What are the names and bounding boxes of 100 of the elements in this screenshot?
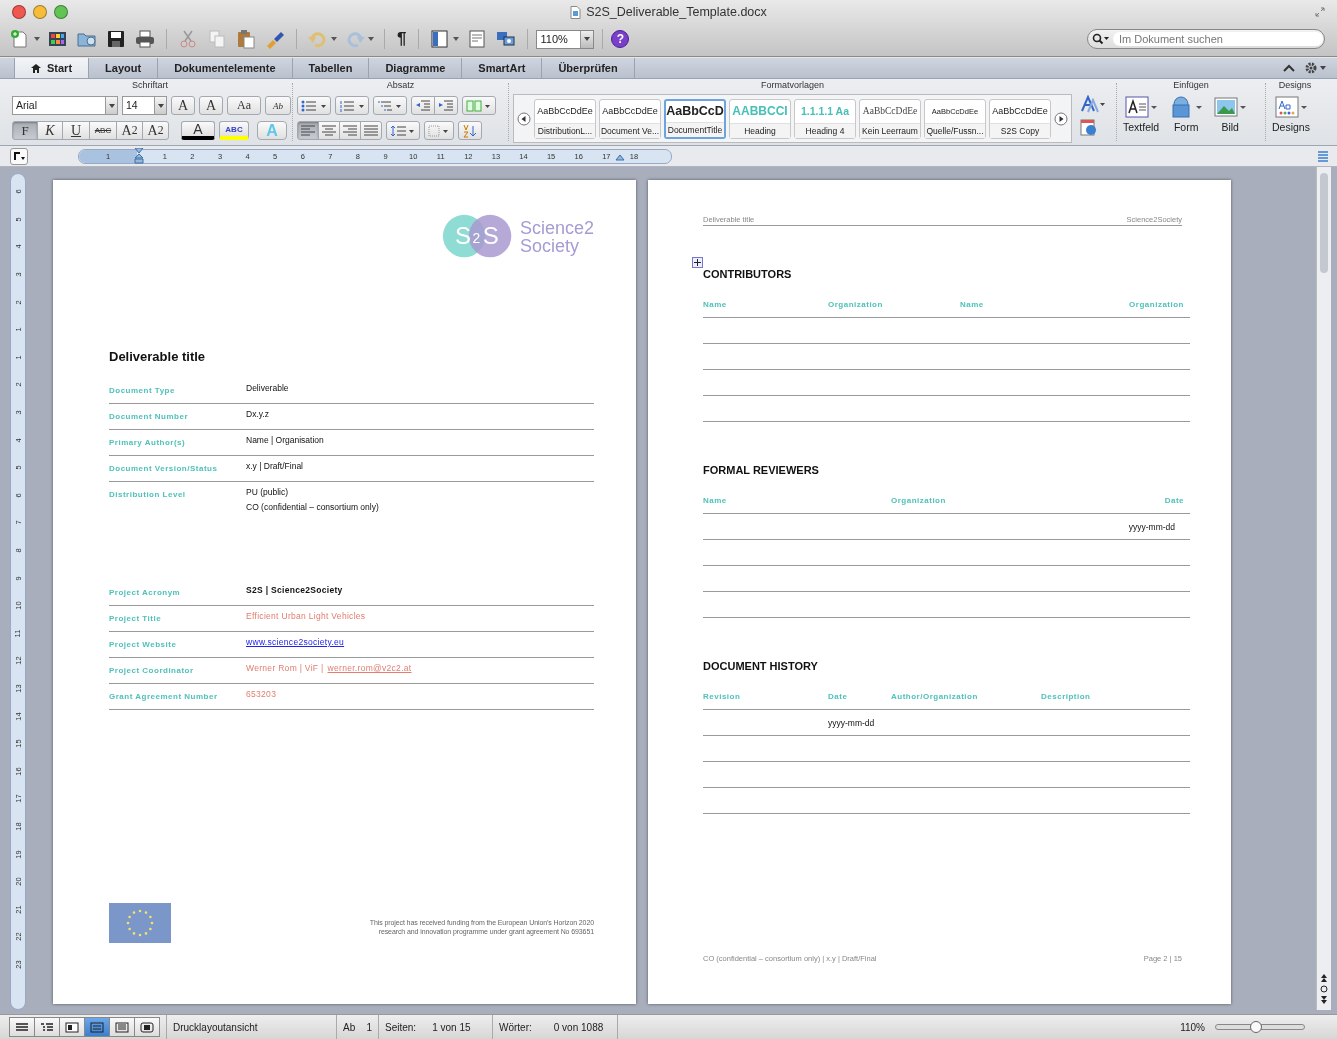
ribbon-tab[interactable]: Tabellen — [292, 58, 370, 78]
page-count: 1 von 15 — [432, 1021, 471, 1033]
ribbon-tab[interactable]: Überprüfen — [542, 58, 635, 78]
formatting-marks-button[interactable]: ¶ — [393, 29, 411, 49]
font-family-dropdown[interactable]: Arial — [12, 96, 118, 115]
zoom-percentage: 110% — [1180, 1021, 1205, 1033]
font-size-dropdown[interactable]: 14 — [122, 96, 167, 115]
help-button[interactable]: ? — [611, 30, 630, 48]
align-right-button[interactable] — [339, 121, 361, 140]
clear-format-button[interactable]: Ab — [265, 96, 291, 115]
ribbon-tab[interactable]: Layout — [89, 58, 159, 78]
print-layout-icon — [90, 1021, 104, 1033]
justify-button[interactable] — [360, 121, 382, 140]
style-swatch[interactable]: AaBbCcDdEe DistributionL... — [534, 98, 596, 139]
move-handle-icon[interactable] — [692, 257, 703, 268]
font-color-button[interactable]: A — [181, 121, 215, 140]
zoom-dropdown[interactable]: 110% — [536, 29, 595, 49]
align-center-button[interactable] — [318, 121, 340, 140]
group-title: Formatvorlagen — [760, 79, 825, 92]
right-indent-marker-icon[interactable] — [615, 153, 625, 161]
tab-stop-icon — [12, 150, 26, 162]
field-value: Deliverable — [246, 383, 289, 393]
align-left-button[interactable] — [297, 121, 319, 140]
word-count: 0 von 1088 — [553, 1021, 604, 1033]
ruler-toggle-icon[interactable] — [1317, 150, 1329, 162]
minimize-button[interactable] — [33, 5, 47, 19]
new-document-icon[interactable] — [8, 29, 42, 49]
bullets-button[interactable] — [297, 96, 331, 115]
publishing-view-button[interactable] — [109, 1017, 135, 1037]
dropdown-arrow-icon[interactable] — [108, 103, 115, 108]
notebook-view-button[interactable] — [59, 1017, 85, 1037]
style-swatch[interactable]: AaBbCcD DocumentTitle — [664, 98, 726, 139]
line-spacing-icon — [390, 124, 416, 137]
multilevel-list-icon — [377, 99, 403, 112]
section-heading: DOCUMENT HISTORY — [703, 660, 819, 672]
themes-button[interactable]: Designs — [1270, 93, 1312, 133]
field-value: Werner Rom | ViF | — [246, 663, 324, 673]
ribbon-tab[interactable]: Diagramme — [369, 58, 463, 78]
style-swatch[interactable]: AABBCCI Heading — [729, 98, 791, 139]
bold-button[interactable]: F — [12, 121, 38, 140]
sort-button[interactable] — [458, 121, 482, 140]
multilevel-list-button[interactable] — [373, 96, 407, 115]
group-title: Designs — [1277, 79, 1313, 92]
field-value: 653203 — [246, 689, 277, 699]
ribbon-tab[interactable]: Dokumentelemente — [158, 58, 293, 78]
grow-font-button[interactable]: A — [171, 96, 195, 115]
close-button[interactable] — [12, 5, 26, 19]
field-value: x.y | Draft/Final — [246, 461, 303, 471]
publishing-view-icon — [115, 1021, 129, 1033]
group-title: Einfügen — [1172, 79, 1210, 92]
notebook-view-icon — [65, 1021, 79, 1033]
vertical-scrollbar[interactable] — [1316, 167, 1331, 1010]
highlight-button[interactable]: ABC — [219, 121, 249, 140]
zoom-slider[interactable] — [1215, 1024, 1305, 1030]
focus-view-button[interactable] — [134, 1017, 160, 1037]
collapse-ribbon-icon[interactable] — [1283, 63, 1295, 73]
outline-view-button[interactable] — [34, 1017, 60, 1037]
increase-indent-button[interactable] — [434, 96, 458, 115]
link[interactable]: www.science2society.eu — [246, 637, 345, 647]
decrease-indent-button[interactable] — [411, 96, 435, 115]
style-swatch[interactable]: AaBbCcDdEe S2S Copy — [989, 98, 1051, 139]
fullscreen-icon[interactable] — [1315, 7, 1325, 17]
underline-button[interactable]: U — [62, 121, 90, 140]
draft-view-button[interactable] — [9, 1017, 35, 1037]
change-case-button[interactable]: Aa — [227, 96, 261, 115]
ribbon-tab[interactable]: Start — [14, 58, 90, 78]
column-header: Name — [960, 300, 985, 309]
shrink-font-button[interactable]: A — [199, 96, 223, 115]
indent-marker-icon[interactable] — [134, 147, 144, 164]
window-title: S2S_Deliverable_Template.docx — [586, 5, 767, 19]
style-swatch[interactable]: AaBbCcDdEe Kein Leerraum — [859, 98, 921, 139]
style-swatch[interactable]: AaBbCcDdEe Document Ve... — [599, 98, 661, 139]
numbering-button[interactable] — [335, 96, 369, 115]
logo-text: Science2 Society — [519, 219, 594, 255]
browse-buttons-icon[interactable] — [1319, 972, 1329, 1006]
line-spacing-button[interactable] — [386, 121, 420, 140]
style-pane-icon[interactable] — [1080, 119, 1098, 137]
borders-button[interactable] — [424, 121, 454, 140]
shape-icon — [1169, 95, 1204, 119]
image-button[interactable]: Bild — [1211, 93, 1250, 133]
column-header: Revision — [703, 692, 742, 701]
table-cell: yyyy-mm-dd — [1128, 521, 1175, 532]
search-field[interactable]: Im Dokument suchen — [1087, 29, 1325, 49]
ribbon-tab[interactable]: SmartArt — [462, 58, 543, 78]
scroll-thumb[interactable] — [1320, 173, 1328, 273]
words-label: Wörter: — [499, 1021, 532, 1033]
text-style-icon[interactable] — [1080, 95, 1106, 113]
italic-button[interactable]: K — [37, 121, 63, 140]
columns-button[interactable] — [462, 96, 496, 115]
dropdown-arrow-icon[interactable] — [157, 103, 164, 108]
textbox-button[interactable]: Textfeld — [1121, 93, 1162, 133]
strikethrough-button[interactable]: ABC — [89, 121, 117, 140]
zoom-button[interactable] — [54, 5, 68, 19]
column-header: Author/Organization — [891, 692, 979, 701]
style-swatch[interactable]: 1.1.1.1 Aa Heading 4 — [794, 98, 856, 139]
shape-button[interactable]: Form — [1167, 93, 1206, 133]
settings-icon[interactable] — [1305, 62, 1327, 74]
dropdown-arrow-icon[interactable] — [584, 37, 591, 41]
align-right-icon — [343, 125, 357, 136]
tab-stop-selector[interactable] — [10, 147, 28, 165]
